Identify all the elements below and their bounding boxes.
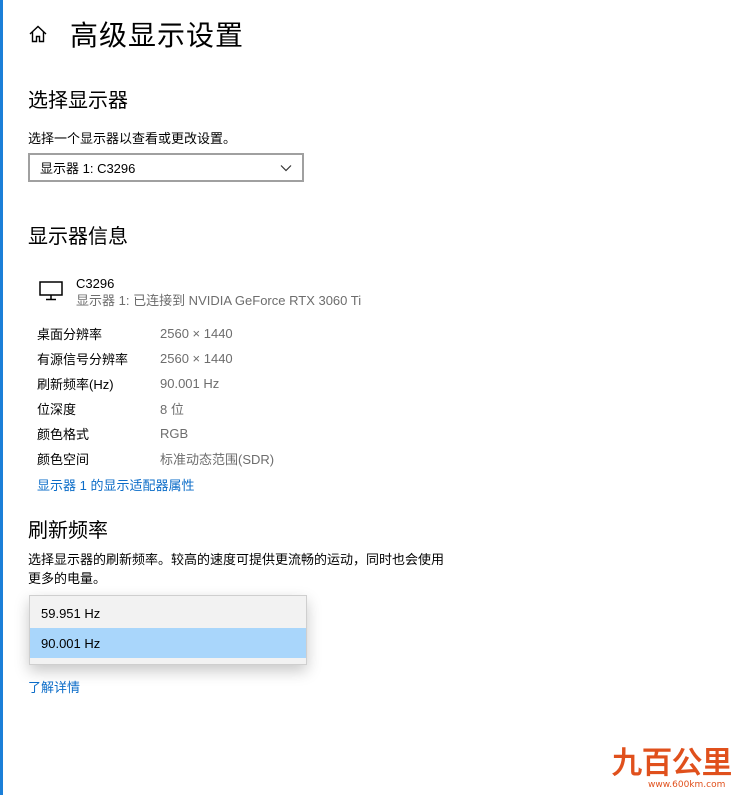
info-label: 颜色格式 [37,427,90,442]
display-info-table: 桌面分辨率 2560 × 1440 有源信号分辨率 2560 × 1440 刷新… [37,321,274,471]
info-row: 颜色空间 标准动态范围(SDR) [37,446,274,471]
monitor-summary: C3296 显示器 1: 已连接到 NVIDIA GeForce RTX 306… [38,276,361,310]
select-display-title: 选择显示器 [28,90,128,112]
info-row: 位深度 8 位 [37,396,274,421]
info-label: 桌面分辨率 [37,327,103,342]
site-watermark-logo: 九百公里 www.600km.com [612,746,732,790]
info-label: 刷新频率(Hz) [37,377,114,392]
monitor-name: C3296 [76,276,115,291]
monitor-connection: 显示器 1: 已连接到 NVIDIA GeForce RTX 3060 Ti [76,293,362,308]
display-select-dropdown[interactable]: 显示器 1: C3296 [28,153,304,182]
info-value: 2560 × 1440 [160,326,233,341]
refresh-rate-description-line2: 更多的电量。 [28,571,107,586]
learn-more-link[interactable]: 了解详情 [28,677,80,696]
info-row: 颜色格式 RGB [37,421,274,446]
display-info-title: 显示器信息 [28,226,128,248]
refresh-rate-option-90[interactable]: 90.001 Hz [30,628,306,658]
info-row: 刷新频率(Hz) 90.001 Hz [37,371,274,396]
chevron-down-icon [280,164,292,171]
watermark-url: www.600km.com [648,780,725,790]
watermark-text: 九百公里 [612,746,732,781]
info-value: 8 位 [160,402,184,417]
refresh-rate-description-line1: 选择显示器的刷新频率。较高的速度可提供更流畅的运动，同时也会使用 [28,552,445,567]
refresh-rate-dropdown-list: 59.951 Hz 90.001 Hz [29,595,307,665]
info-value: 2560 × 1440 [160,351,233,366]
info-row: 桌面分辨率 2560 × 1440 [37,321,274,346]
info-value: RGB [160,426,189,441]
display-select-value: 显示器 1: C3296 [40,161,136,176]
refresh-rate-option-59[interactable]: 59.951 Hz [30,598,306,628]
window-edge [0,0,3,795]
page-title: 高级显示设置 [70,20,245,51]
page-header: 高级显示设置 [28,14,244,54]
info-label: 颜色空间 [37,452,90,467]
settings-page: 高级显示设置 选择显示器 选择一个显示器以查看或更改设置。 显示器 1: C32… [0,0,746,795]
info-value: 标准动态范围(SDR) [160,452,275,467]
refresh-rate-title: 刷新频率 [28,520,108,542]
info-label: 位深度 [37,402,77,417]
info-value: 90.001 Hz [160,376,220,391]
home-icon[interactable] [28,24,48,44]
monitor-icon [39,281,63,301]
select-display-description: 选择一个显示器以查看或更改设置。 [28,131,237,146]
info-label: 有源信号分辨率 [37,352,129,367]
adapter-properties-link[interactable]: 显示器 1 的显示适配器属性 [37,475,194,494]
info-row: 有源信号分辨率 2560 × 1440 [37,346,274,371]
